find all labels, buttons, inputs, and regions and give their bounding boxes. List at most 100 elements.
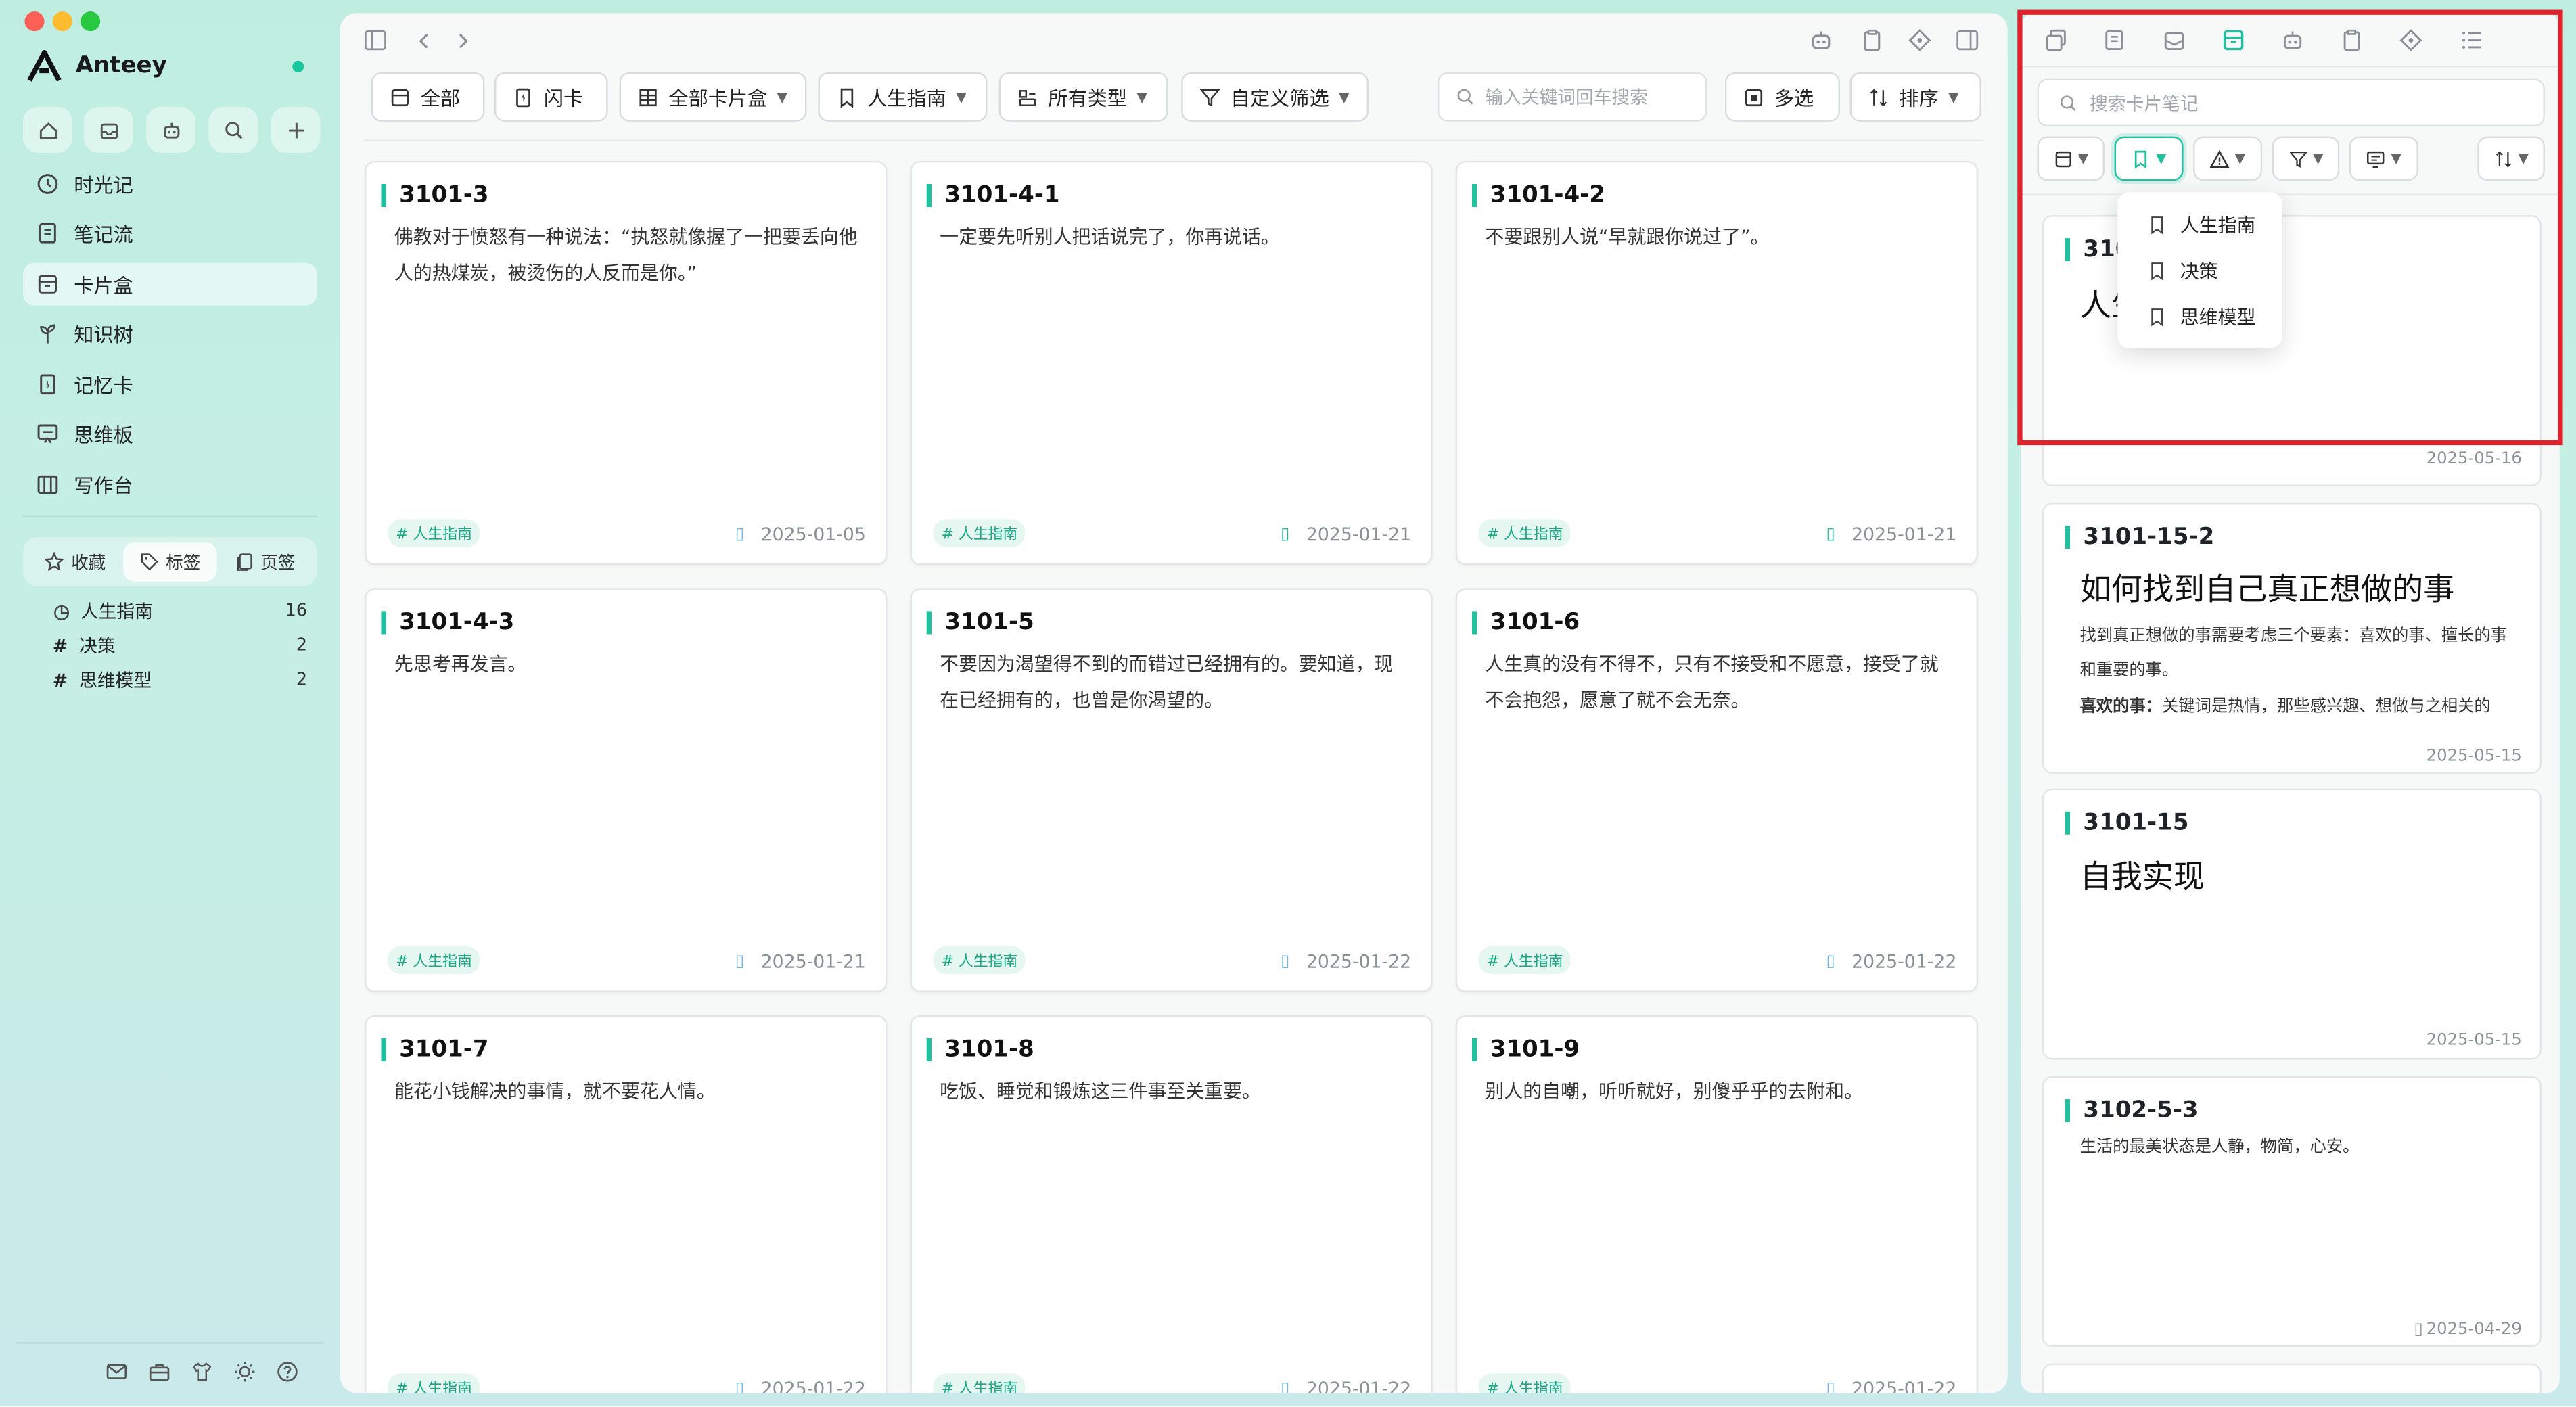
card-tag[interactable]: # 人生指南 xyxy=(1478,1373,1571,1393)
box-filter-dropdown[interactable]: ▼ xyxy=(2037,136,2104,181)
custom-filter-select[interactable]: 自定义筛选 ▼ xyxy=(1181,72,1368,122)
nav-timeline[interactable]: 时光记 xyxy=(23,162,317,205)
tag-filter-dropdown[interactable]: ▼ xyxy=(2114,136,2184,181)
flashcard-icon: ▯ xyxy=(1826,526,1835,544)
warning-filter-dropdown[interactable]: ▼ xyxy=(2193,136,2263,181)
inbox-icon[interactable] xyxy=(2162,28,2186,59)
note-card[interactable]: 3101-7 能花小钱解决的事情，就不要花人情。 # 人生指南 ▯ 2025-01… xyxy=(365,1015,888,1393)
display-filter-dropdown[interactable]: ▼ xyxy=(2349,136,2418,181)
clipboard-icon[interactable] xyxy=(1860,28,1884,59)
sort-dropdown[interactable]: ▼ xyxy=(2477,136,2545,181)
tab-tags[interactable]: 标签 xyxy=(122,542,218,582)
robot-icon[interactable] xyxy=(2280,28,2305,59)
card-search-input[interactable]: 搜索卡片笔记 xyxy=(2037,78,2545,126)
right-panel-toggle-icon[interactable] xyxy=(1955,28,1979,59)
dropdown-option[interactable]: 思维模型 xyxy=(2117,294,2282,340)
card-tag[interactable]: # 人生指南 xyxy=(388,946,481,975)
minimize-window-button[interactable] xyxy=(52,11,72,32)
note-card[interactable]: 3101-9 别人的自嘲，听听就好，别傻乎乎的去附和。 # 人生指南 ▯ 2025… xyxy=(1455,1015,1978,1393)
card-body: 找到真正想做的事需要考虑三个要素：喜欢的事、擅长的事和重要的事。 xyxy=(2079,627,2507,681)
card-date: 2025-01-21 xyxy=(1852,524,1957,546)
side-note-card[interactable] xyxy=(2042,1363,2542,1393)
main-panel: 全部 闪卡 全部卡片盒 ▼ 人生指南 ▼ 所有类型 ▼ 自定义筛选 ▼ 输入关键… xyxy=(340,13,2008,1393)
note-card[interactable]: 3101-4-1 一定要先听别人把话说完了，你再说话。 # 人生指南 ▯ 2025… xyxy=(910,160,1433,566)
search-icon xyxy=(223,119,244,141)
sidebar-tabs: 收藏 标签 页签 xyxy=(22,537,317,586)
card-tag[interactable]: # 人生指南 xyxy=(1478,519,1571,547)
card-tag[interactable]: # 人生指南 xyxy=(1478,946,1571,975)
nav-writing-desk[interactable]: 写作台 xyxy=(23,463,317,506)
nav-flashcards[interactable]: 记忆卡 xyxy=(23,363,317,406)
forward-icon[interactable] xyxy=(452,28,475,59)
graph-icon[interactable] xyxy=(2399,28,2423,59)
note-card[interactable]: 3101-4-2 不要跟别人说“早就跟你说过了”。 # 人生指南 ▯ 2025-0… xyxy=(1455,160,1978,566)
side-note-card[interactable]: 3101-15-2 如何找到自己真正想做的事 找到真正想做的事需要考虑三个要素：… xyxy=(2042,503,2542,774)
card-date-row: ▯ 2025-01-22 xyxy=(1281,1379,1411,1393)
note-card[interactable]: 3101-4-3 先思考再发言。 # 人生指南 ▯ 2025-01-21 xyxy=(365,588,888,992)
side-note-card[interactable]: 3102-5-3 生活的最美状态是人静，物简，心安。 ▯ 2025-04-29 xyxy=(2042,1076,2542,1347)
inbox-button[interactable] xyxy=(83,106,133,153)
list-icon[interactable] xyxy=(2460,28,2484,59)
toolbox-icon[interactable] xyxy=(148,1360,171,1383)
tab-bookmarks[interactable]: 页签 xyxy=(217,542,312,581)
nav-card-box[interactable]: 卡片盒 xyxy=(22,262,317,306)
card-tag[interactable]: # 人生指南 xyxy=(388,519,481,547)
card-tag[interactable]: # 人生指南 xyxy=(388,1373,481,1393)
nav-mind-board[interactable]: 思维板 xyxy=(23,413,317,455)
sun-icon[interactable] xyxy=(233,1360,256,1383)
brand[interactable]: Anteey xyxy=(26,49,167,83)
filter-all-button[interactable]: 全部 xyxy=(371,72,485,122)
card-tag[interactable]: # 人生指南 xyxy=(933,519,1026,547)
sidebar-tag-item[interactable]: 人生指南 16 xyxy=(53,595,307,628)
dropdown-option[interactable]: 决策 xyxy=(2117,248,2282,294)
note-card[interactable]: 3101-6 人生真的没有不得不，只有不接受和不愿意，接受了就不会抱怨，愿意了就… xyxy=(1455,588,1978,992)
flashcard-filter-button[interactable]: 闪卡 xyxy=(494,72,608,122)
clipboard-icon[interactable] xyxy=(2339,28,2364,59)
mail-icon[interactable] xyxy=(105,1360,128,1383)
search-placeholder: 输入关键词回车搜索 xyxy=(1485,87,1648,109)
tab-favorites[interactable]: 收藏 xyxy=(28,542,122,581)
notes-stack-icon[interactable] xyxy=(2103,28,2128,59)
card-box-select[interactable]: 全部卡片盒 ▼ xyxy=(619,72,807,122)
card-box-icon[interactable] xyxy=(2221,28,2245,59)
sort-select[interactable]: 排序 ▼ xyxy=(1849,72,1981,122)
note-card[interactable]: 3101-3 佛教对于愤怒有一种说法：“执怒就像握了一把要丢向他人的热煤炭，被烫… xyxy=(365,160,888,566)
sidebar-tag-item[interactable]: # 决策 2 xyxy=(53,629,307,662)
graph-icon[interactable] xyxy=(1908,28,1932,59)
flashcard-icon: ▯ xyxy=(735,1379,745,1393)
multi-select-button[interactable]: 多选 xyxy=(1724,72,1840,122)
custom-filter-dropdown[interactable]: ▼ xyxy=(2272,136,2340,181)
side-note-card[interactable]: 3101-15 自我实现 2025-05-15 xyxy=(2042,788,2542,1060)
tag-select[interactable]: 人生指南 ▼ xyxy=(818,72,988,122)
help-icon[interactable] xyxy=(276,1360,299,1383)
copy-icon[interactable] xyxy=(2044,28,2068,59)
card-date: 2025-04-29 xyxy=(2426,1320,2522,1339)
note-card[interactable]: 3101-8 吃饭、睡觉和锻炼这三件事至关重要。 # 人生指南 ▯ 2025-01… xyxy=(910,1015,1433,1393)
note-card[interactable]: 3101-5 不要因为渴望得不到的而错过已经拥有的。要知道，现在已经拥有的，也曾… xyxy=(910,588,1433,992)
chevron-down-icon: ▼ xyxy=(2313,151,2324,166)
card-date: 2025-01-22 xyxy=(760,1378,866,1393)
monitor-icon xyxy=(2366,149,2386,168)
home-button[interactable] xyxy=(22,106,72,153)
nav-label: 写作台 xyxy=(74,474,133,497)
close-window-button[interactable] xyxy=(24,11,45,32)
card-date: 2025-01-21 xyxy=(1306,524,1412,546)
shirt-icon[interactable] xyxy=(191,1360,214,1383)
sidebar-tag-item[interactable]: # 思维模型 2 xyxy=(53,664,307,697)
card-tag[interactable]: # 人生指南 xyxy=(933,946,1026,975)
app-name: Anteey xyxy=(75,52,167,79)
robot-icon[interactable] xyxy=(1809,28,1833,59)
card-tag[interactable]: # 人生指南 xyxy=(933,1373,1026,1393)
nav-note-stream[interactable]: 笔记流 xyxy=(23,212,317,254)
add-button[interactable] xyxy=(271,106,321,153)
search-input[interactable]: 输入关键词回车搜索 xyxy=(1437,72,1707,122)
dropdown-option[interactable]: 人生指南 xyxy=(2117,202,2282,248)
type-select[interactable]: 所有类型 ▼ xyxy=(998,72,1168,122)
sidebar-toggle-icon[interactable] xyxy=(363,28,388,59)
search-button[interactable] xyxy=(208,106,258,153)
back-icon[interactable] xyxy=(413,28,436,59)
maximize-window-button[interactable] xyxy=(80,11,101,32)
nav-knowledge-tree[interactable]: 知识树 xyxy=(23,312,317,354)
card-date: 2025-01-05 xyxy=(760,524,866,546)
ai-assistant-button[interactable] xyxy=(146,106,196,153)
